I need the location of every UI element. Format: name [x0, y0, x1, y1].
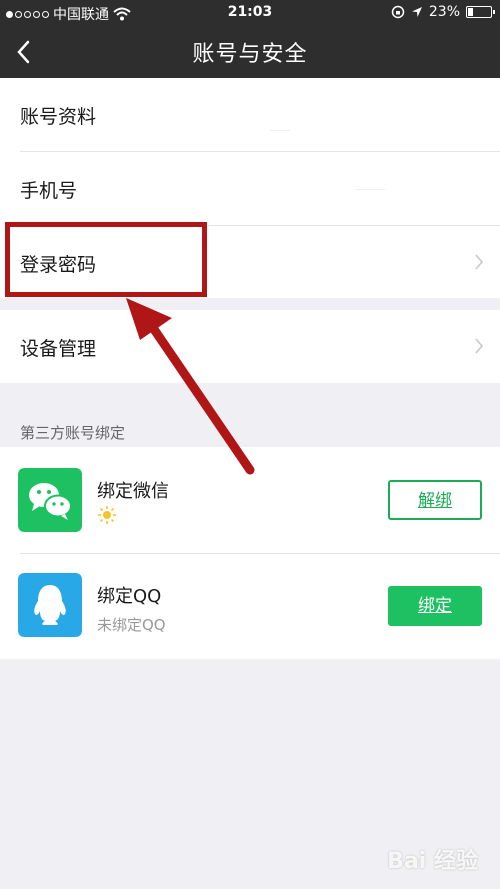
watermark: Bai 经验: [387, 849, 478, 874]
section-header-third-party: 第三方账号绑定: [20, 424, 126, 442]
row-value: [355, 189, 385, 190]
sun-icon: [98, 506, 116, 524]
status-right: 23%: [391, 4, 495, 20]
nav-bar: 账号与安全: [0, 26, 500, 78]
chevron-right-icon: [475, 338, 484, 354]
status-bar: 中国联通 21:03 23%: [0, 0, 500, 26]
row-bind-wechat: 绑定微信 解绑: [0, 447, 500, 553]
bind-subtitle: 未绑定QQ: [97, 616, 166, 634]
row-bind-qq: 绑定QQ 未绑定QQ 绑定: [0, 554, 500, 659]
location-icon: [411, 7, 422, 17]
highlight-box: [5, 222, 207, 297]
row-value: [270, 130, 290, 131]
page-title: 账号与安全: [192, 42, 308, 67]
row-label: 设备管理: [20, 338, 97, 360]
bind-title: 绑定QQ: [97, 586, 162, 607]
battery-percent: 23%: [428, 4, 460, 20]
wechat-icon: [18, 468, 82, 532]
rotation-lock-icon: [391, 5, 405, 19]
third-party-group: 绑定微信 解绑 绑定QQ 未绑定QQ 绑定: [0, 447, 500, 659]
unbind-wechat-button[interactable]: 解绑: [388, 480, 482, 520]
row-label: 手机号: [20, 180, 78, 202]
row-device-management[interactable]: 设备管理: [0, 310, 500, 383]
row-account-profile[interactable]: 账号资料: [0, 78, 500, 151]
bind-title: 绑定微信: [97, 481, 169, 502]
row-label: 账号资料: [20, 106, 97, 128]
device-group: 设备管理: [0, 310, 500, 383]
qq-icon: [18, 573, 82, 637]
bind-qq-button[interactable]: 绑定: [388, 586, 482, 626]
battery-icon: [466, 6, 495, 18]
row-phone-number[interactable]: 手机号: [0, 152, 500, 225]
chevron-right-icon: [475, 254, 484, 270]
